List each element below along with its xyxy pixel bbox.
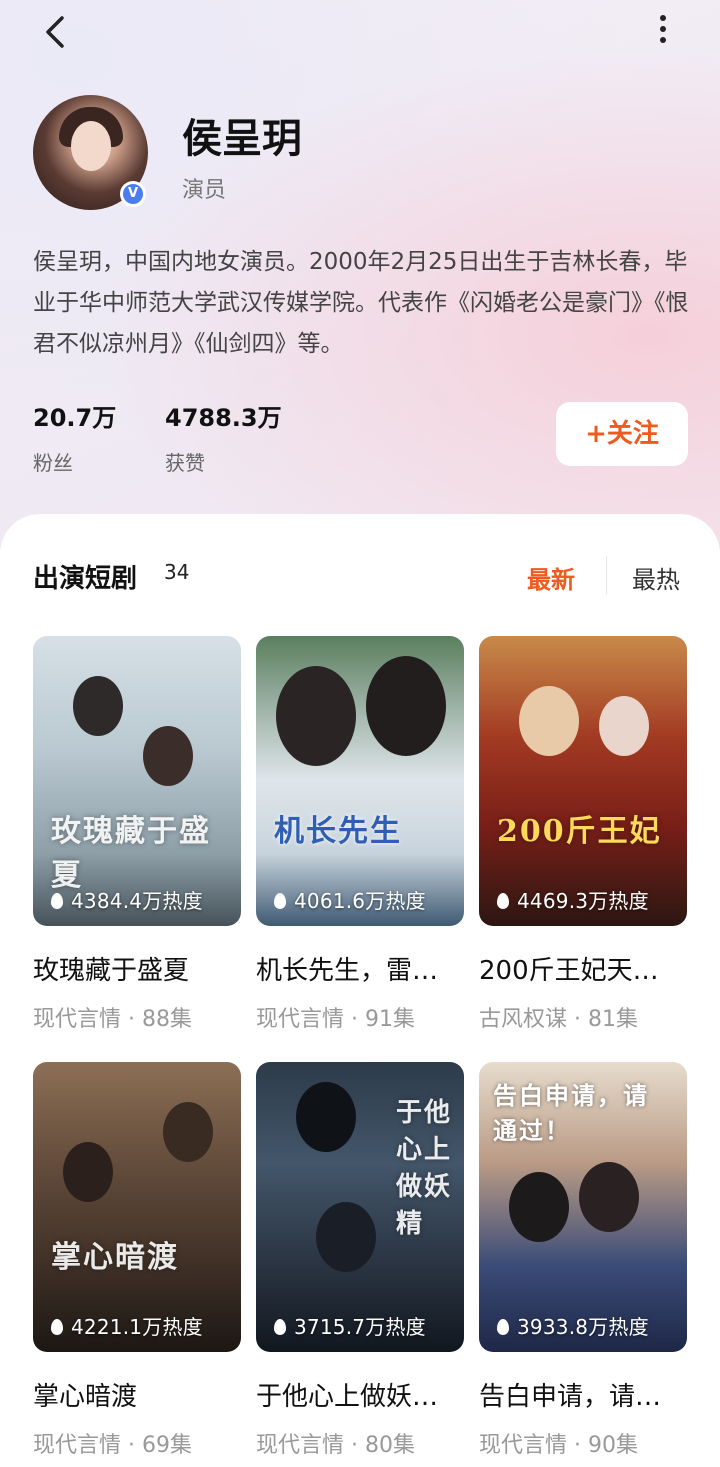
drama-poster[interactable]: 于他心上做妖精 3715.7万热度 [256, 1062, 464, 1352]
drama-title: 掌心暗渡 [33, 1382, 138, 1412]
poster-title: 玫瑰藏于盛夏 [51, 814, 211, 893]
heat-badge: 4221.1万热度 [51, 1311, 203, 1340]
poster-title: 200斤王妃 [497, 814, 662, 849]
profile-bio: 侯呈玥，中国内地女演员。2000年2月25日出生于吉林长春，毕业于华中师范大学武… [33, 249, 689, 357]
follow-button[interactable]: +关注 [556, 402, 688, 466]
drama-poster[interactable]: 200斤王妃 4469.3万热度 [479, 636, 687, 926]
flame-icon [497, 893, 509, 909]
drama-poster[interactable]: 玫瑰藏于盛夏 4384.4万热度 [33, 636, 241, 926]
drama-meta: 现代言情 · 91集 [256, 1007, 415, 1032]
drama-meta: 现代言情 · 90集 [479, 1433, 638, 1458]
stat-value: 4788.3万 [165, 404, 282, 432]
verified-badge-icon: V [120, 181, 146, 207]
stat-value: 20.7万 [33, 404, 117, 432]
stat-label: 获赞 [165, 451, 205, 475]
more-vertical-icon [660, 15, 666, 21]
stat-label: 粉丝 [33, 451, 73, 475]
drama-title: 玫瑰藏于盛夏 [33, 956, 190, 986]
heat-badge: 4469.3万热度 [497, 885, 649, 914]
sort-hottest-tab[interactable]: 最热 [632, 560, 680, 595]
profile-role: 演员 [182, 178, 227, 203]
back-button[interactable] [36, 12, 76, 52]
heat-badge: 4061.6万热度 [274, 885, 426, 914]
drama-title: 于他心上做妖… [256, 1382, 439, 1412]
drama-card[interactable]: 掌心暗渡 4221.1万热度 掌心暗渡 现代言情 · 69集 [33, 1062, 241, 1459]
stat-fans[interactable]: 20.7万 粉丝 [33, 398, 116, 476]
profile-name: 侯呈玥 [182, 116, 302, 162]
drama-title: 告白申请，请… [479, 1382, 662, 1412]
section-count: 34 [164, 560, 190, 584]
section-title: 出演短剧 [33, 564, 138, 594]
drama-title: 200斤王妃天… [479, 956, 659, 986]
heat-badge: 3715.7万热度 [274, 1311, 426, 1340]
top-bar [0, 0, 720, 64]
poster-title: 于他心上做妖精 [396, 1098, 453, 1239]
flame-icon [497, 1319, 509, 1335]
heat-badge: 3933.8万热度 [497, 1311, 649, 1340]
drama-card[interactable]: 告白申请，请通过！ 3933.8万热度 告白申请，请… 现代言情 · 90集 [479, 1062, 687, 1459]
heat-badge: 4384.4万热度 [51, 885, 203, 914]
stat-likes[interactable]: 4788.3万 获赞 [165, 398, 282, 476]
drama-card[interactable]: 于他心上做妖精 3715.7万热度 于他心上做妖… 现代言情 · 80集 [256, 1062, 464, 1459]
sort-divider [606, 556, 607, 594]
drama-card[interactable]: 玫瑰藏于盛夏 4384.4万热度 玫瑰藏于盛夏 现代言情 · 88集 [33, 636, 241, 1033]
more-button[interactable] [648, 10, 678, 54]
flame-icon [51, 1319, 63, 1335]
drama-meta: 现代言情 · 69集 [33, 1433, 192, 1458]
poster-title: 掌心暗渡 [51, 1240, 179, 1275]
flame-icon [274, 893, 286, 909]
drama-title: 机长先生，雷… [256, 956, 439, 986]
poster-title: 机长先生 [274, 814, 402, 849]
flame-icon [274, 1319, 286, 1335]
drama-card[interactable]: 200斤王妃 4469.3万热度 200斤王妃天… 古风权谋 · 81集 [479, 636, 687, 1033]
drama-meta: 现代言情 · 88集 [33, 1007, 192, 1032]
drama-meta: 现代言情 · 80集 [256, 1433, 415, 1458]
drama-card[interactable]: 机长先生 4061.6万热度 机长先生，雷… 现代言情 · 91集 [256, 636, 464, 1033]
drama-poster[interactable]: 掌心暗渡 4221.1万热度 [33, 1062, 241, 1352]
poster-title: 告白申请，请通过！ [493, 1081, 649, 1145]
sort-newest-tab[interactable]: 最新 [527, 560, 575, 595]
drama-meta: 古风权谋 · 81集 [479, 1007, 638, 1032]
drama-poster[interactable]: 机长先生 4061.6万热度 [256, 636, 464, 926]
flame-icon [51, 893, 63, 909]
drama-poster[interactable]: 告白申请，请通过！ 3933.8万热度 [479, 1062, 687, 1352]
chevron-left-icon [46, 16, 64, 48]
